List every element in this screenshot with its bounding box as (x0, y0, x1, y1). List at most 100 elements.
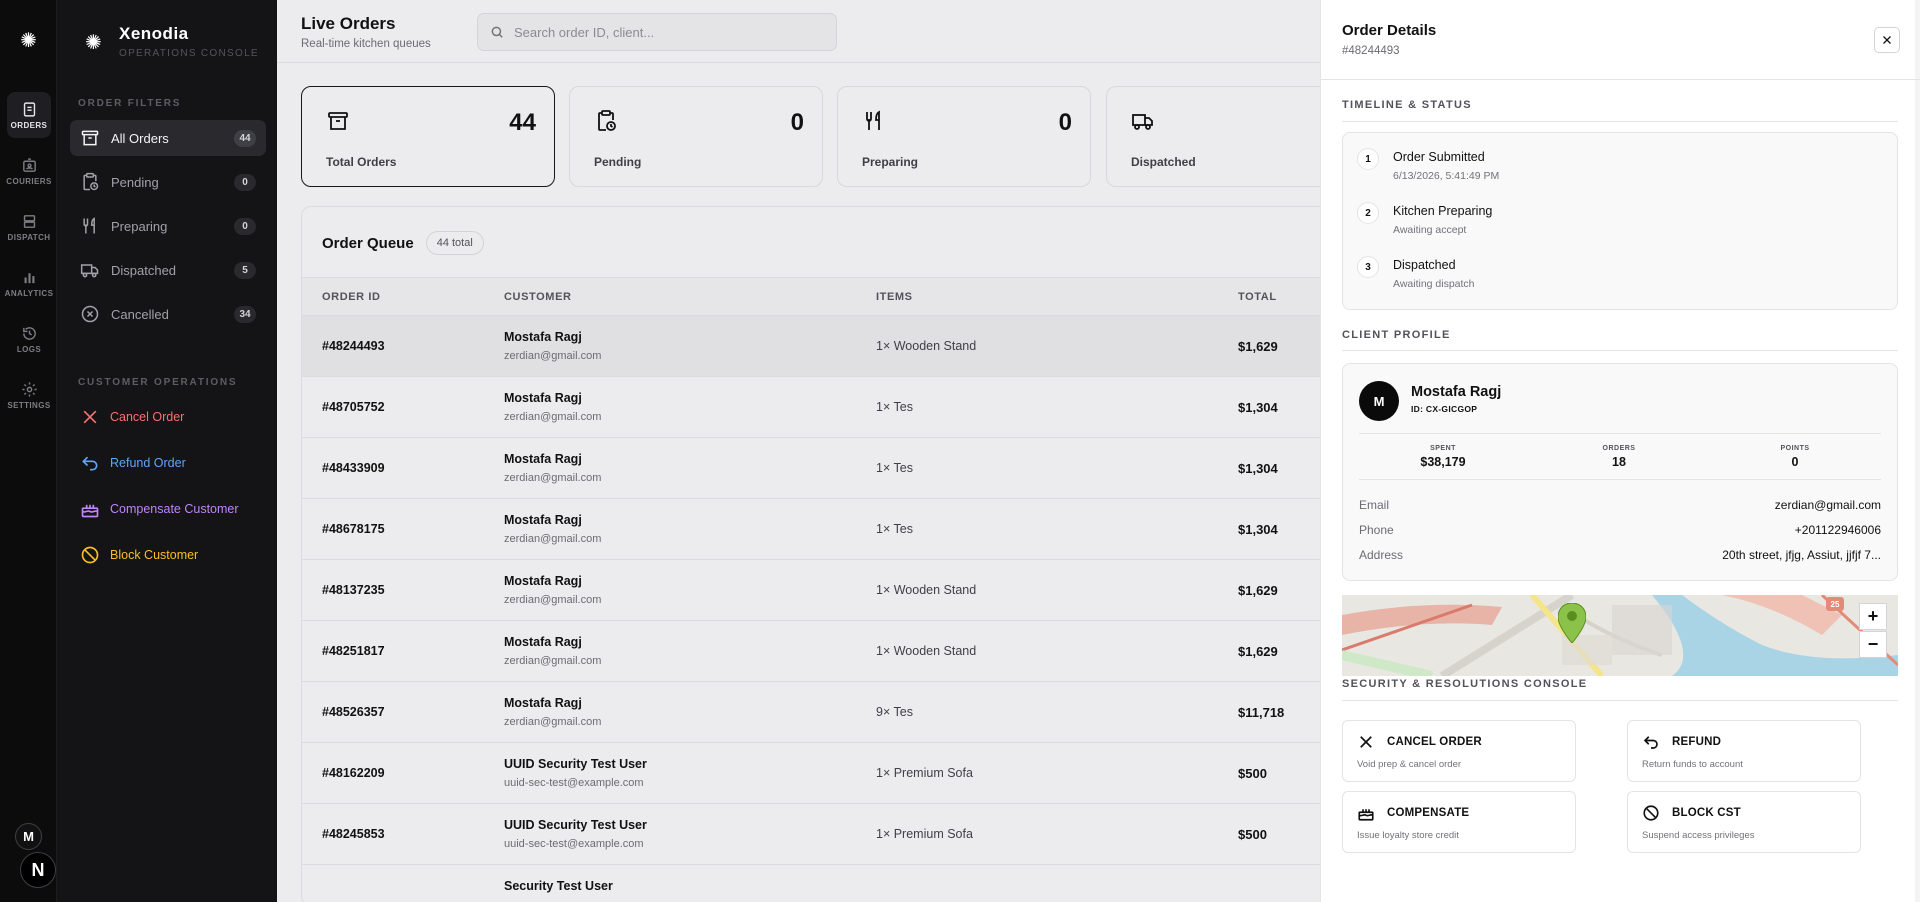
history-icon (22, 326, 36, 340)
filters-section-title: ORDER FILTERS (78, 98, 182, 109)
action-desc: Suspend access privileges (1642, 830, 1755, 841)
panel-order-id: #48244493 (1342, 45, 1400, 57)
table-row[interactable]: #48251817 Mostafa Ragj zerdian@gmail.com… (302, 621, 1320, 682)
block-customer-button[interactable]: Block Customer (80, 545, 198, 565)
step-number: 1 (1357, 148, 1379, 170)
rail-item-orders[interactable]: ORDERS (7, 92, 51, 138)
framework-badge[interactable]: N (20, 852, 56, 888)
search-box[interactable] (477, 13, 837, 51)
table-row[interactable]: #48137235 Mostafa Ragj zerdian@gmail.com… (302, 560, 1320, 621)
customer-name: Mostafa Ragj (504, 513, 582, 527)
stat-card-dispatched[interactable]: Dispatched (1106, 86, 1320, 187)
filter-pending[interactable]: Pending 0 (70, 164, 266, 200)
table-row[interactable]: #48678175 Mostafa Ragj zerdian@gmail.com… (302, 499, 1320, 560)
stat-value: 0 (790, 109, 804, 136)
panel-title: Order Details (1342, 22, 1437, 39)
rail-label: DISPATCH (7, 232, 51, 242)
filter-label: Dispatched (111, 262, 177, 278)
rail-label: SETTINGS (7, 400, 51, 410)
stat-card-preparing[interactable]: 0 Preparing (837, 86, 1091, 187)
order-queue: Order Queue 44 total ORDER ID CUSTOMER I… (301, 206, 1320, 902)
filter-dispatched[interactable]: Dispatched 5 (70, 252, 266, 288)
brand-subtitle: OPERATIONS CONSOLE (119, 48, 259, 59)
search-input[interactable] (514, 24, 814, 40)
panel-scrollbar[interactable] (1915, 0, 1920, 902)
search-icon (491, 26, 503, 38)
panel-refund-button[interactable]: REFUND Return funds to account (1627, 720, 1861, 782)
zoom-out-button[interactable]: − (1859, 631, 1887, 658)
user-avatar[interactable]: M (15, 823, 42, 850)
close-panel-button[interactable] (1874, 27, 1900, 53)
filter-count: 44 (234, 129, 256, 147)
table-header: ORDER ID CUSTOMER ITEMS TOTAL (302, 277, 1320, 316)
filter-preparing[interactable]: Preparing 0 (70, 208, 266, 244)
rail-item-logs[interactable]: LOGS (7, 316, 51, 362)
table-row[interactable]: #48705752 Mostafa Ragj zerdian@gmail.com… (302, 377, 1320, 438)
client-stat-points: POINTS 0 (1735, 445, 1855, 469)
column-header-customer[interactable]: CUSTOMER (504, 291, 572, 303)
step-title: Dispatched (1393, 258, 1456, 272)
refund-order-button[interactable]: Refund Order (80, 453, 186, 473)
filter-label: Preparing (111, 218, 168, 234)
email-value: zerdian@gmail.com (1774, 498, 1881, 512)
step-subtitle: 6/13/2026, 5:41:49 PM (1393, 170, 1500, 182)
rail-item-dispatch[interactable]: DISPATCH (7, 204, 51, 250)
client-stat-orders: ORDERS 18 (1559, 445, 1679, 469)
filter-all-orders[interactable]: All Orders 44 (70, 120, 266, 156)
table-row[interactable]: #48433909 Mostafa Ragj zerdian@gmail.com… (302, 438, 1320, 499)
top-bar: Live Orders Real-time kitchen queues (277, 0, 1320, 63)
location-map[interactable]: 25 + − (1342, 595, 1898, 676)
order-total: $500 (1238, 766, 1267, 781)
client-avatar: M (1359, 381, 1399, 421)
table-row[interactable]: Security Test User (302, 865, 1320, 902)
stat-value: 44 (509, 109, 536, 136)
client-name: Mostafa Ragj (1411, 384, 1502, 400)
divider (1342, 121, 1898, 122)
main-content: Live Orders Real-time kitchen queues 44 … (277, 0, 1320, 902)
queue-count-badge: 44 total (425, 231, 484, 255)
ban-icon (1643, 805, 1659, 821)
zoom-in-button[interactable]: + (1859, 603, 1887, 630)
order-total: $1,304 (1238, 522, 1278, 537)
stat-value: 18 (1612, 455, 1626, 469)
action-desc: Void prep & cancel order (1357, 759, 1462, 770)
compensate-customer-button[interactable]: Compensate Customer (80, 499, 239, 519)
column-header-items[interactable]: ITEMS (876, 291, 913, 303)
order-details-panel: Order Details #48244493 TIMELINE & STATU… (1320, 0, 1920, 902)
panel-cancel-order-button[interactable]: CANCEL ORDER Void prep & cancel order (1342, 720, 1576, 782)
rail-item-settings[interactable]: SETTINGS (7, 372, 51, 418)
road-badge: 25 (1826, 597, 1844, 611)
panel-compensate-button[interactable]: COMPENSATE Issue loyalty store credit (1342, 791, 1576, 853)
stat-card-pending[interactable]: 0 Pending (569, 86, 823, 187)
stat-key: POINTS (1780, 445, 1810, 452)
stat-card-total[interactable]: 44 Total Orders (301, 86, 555, 187)
ban-icon (81, 546, 99, 564)
customer-name: Mostafa Ragj (504, 452, 582, 466)
column-header-total[interactable]: TOTAL (1238, 291, 1277, 303)
customer-email: uuid-sec-test@example.com (504, 838, 644, 850)
step-number: 2 (1357, 202, 1379, 224)
truck-icon (1132, 114, 1153, 130)
timeline-section-title: TIMELINE & STATUS (1342, 99, 1472, 111)
order-total: $1,304 (1238, 461, 1278, 476)
map-marker-icon[interactable] (1558, 603, 1586, 643)
divider (1359, 433, 1881, 434)
order-items: 1× Wooden Stand (876, 644, 977, 658)
table-row[interactable]: #48162209 UUID Security Test User uuid-s… (302, 743, 1320, 804)
stat-value: $38,179 (1420, 455, 1466, 469)
brand: ✺ Xenodia OPERATIONS CONSOLE (85, 24, 259, 59)
address-value: 20th street, jfjg, Assiut, jjfjf 7... (1722, 548, 1881, 562)
order-total: $1,629 (1238, 644, 1278, 659)
order-total: $1,629 (1238, 339, 1278, 354)
rail-item-couriers[interactable]: COURIERS (6, 148, 51, 194)
filter-count: 0 (234, 173, 256, 191)
customer-name: UUID Security Test User (504, 818, 647, 832)
rail-item-analytics[interactable]: ANALYTICS (5, 260, 53, 306)
panel-block-customer-button[interactable]: BLOCK CST Suspend access privileges (1627, 791, 1861, 853)
filter-cancelled[interactable]: Cancelled 34 (70, 296, 266, 332)
table-row[interactable]: #48244493 Mostafa Ragj zerdian@gmail.com… (302, 316, 1320, 377)
cancel-order-button[interactable]: Cancel Order (80, 407, 184, 427)
table-row[interactable]: #48245853 UUID Security Test User uuid-s… (302, 804, 1320, 865)
table-row[interactable]: #48526357 Mostafa Ragj zerdian@gmail.com… (302, 682, 1320, 743)
column-header-order-id[interactable]: ORDER ID (322, 291, 381, 303)
